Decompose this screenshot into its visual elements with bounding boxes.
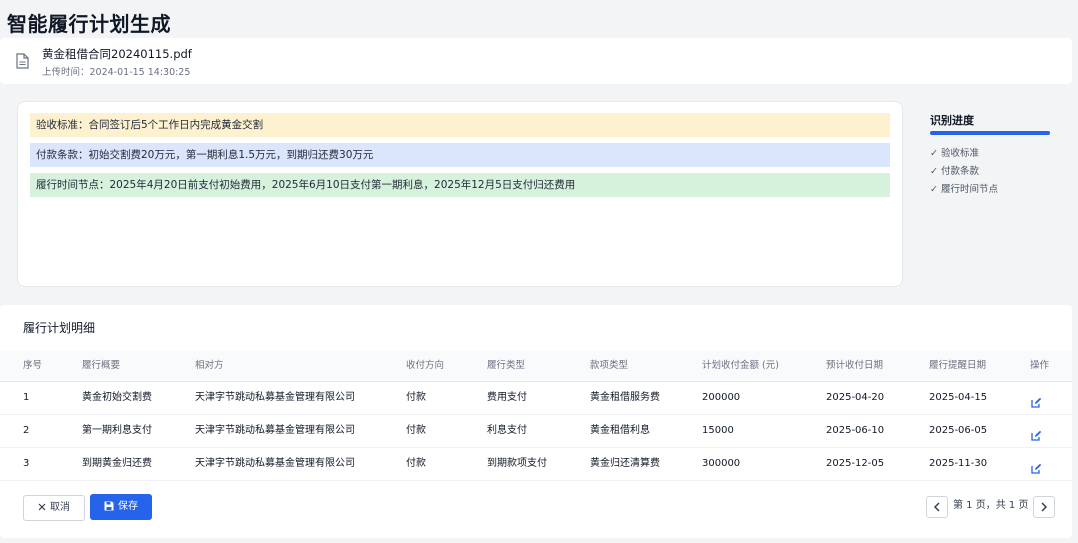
cell-direction: 付款	[406, 392, 426, 403]
upload-time: 上传时间：2024-01-15 14:30:25	[42, 67, 191, 78]
save-icon	[104, 501, 114, 511]
cell-amount: 200000	[702, 392, 741, 403]
cell-counterparty: 天津字节跳动私募基金管理有限公司	[195, 425, 355, 436]
cell-type: 到期款项支付	[487, 458, 547, 469]
cell-summary: 到期黄金归还费	[82, 458, 152, 469]
file-card: 黄金租借合同20240115.pdf 上传时间：2024-01-15 14:30…	[0, 38, 1072, 84]
cell-counterparty: 天津字节跳动私募基金管理有限公司	[195, 458, 355, 469]
progress-title: 识别进度	[930, 114, 974, 127]
recognition-progress-panel: 识别进度 ✓ 验收标准 ✓ 付款条款 ✓ 履行时间节点	[919, 101, 1061, 285]
clause-timeline: 履行时间节点：2025年4月20日前支付初始费用，2025年6月10日支付第一期…	[30, 173, 890, 197]
cell-expected-date: 2025-06-10	[826, 425, 885, 436]
progress-fill	[930, 131, 1050, 135]
col-counterparty: 相对方	[195, 360, 224, 371]
cell-index: 1	[23, 392, 30, 403]
col-type: 履行类型	[487, 360, 526, 371]
cell-amount: 15000	[702, 425, 734, 436]
cell-expected-date: 2025-12-05	[826, 458, 885, 469]
cell-reminder-date: 2025-11-30	[929, 458, 988, 469]
cell-type: 利息支付	[487, 425, 527, 436]
clause-acceptance: 验收标准：合同签订后5个工作日内完成黄金交割	[30, 113, 890, 137]
cancel-label: 取消	[50, 502, 70, 513]
cell-expected-date: 2025-04-20	[826, 392, 885, 403]
edit-icon[interactable]	[1031, 393, 1042, 412]
table-header: 序号 履行概要 相对方 收付方向 履行类型 款项类型 计划收付金额 (元) 预计…	[0, 351, 1072, 382]
cell-reminder-date: 2025-06-05	[929, 425, 988, 436]
col-summary: 履行概要	[82, 360, 121, 371]
cell-direction: 付款	[406, 425, 426, 436]
col-direction: 收付方向	[406, 360, 445, 371]
cell-index: 2	[23, 425, 30, 436]
cell-payment-type: 黄金归还清算费	[590, 458, 660, 469]
page-title: 智能履行计划生成	[7, 12, 171, 36]
col-action: 操作	[1030, 360, 1050, 371]
cell-amount: 300000	[702, 458, 741, 469]
clauses-panel: 验收标准：合同签订后5个工作日内完成黄金交割 付款条款：初始交割费20万元，第一…	[17, 101, 903, 287]
table-row: 3 到期黄金归还费 天津字节跳动私募基金管理有限公司 付款 到期款项支付 黄金归…	[0, 448, 1072, 481]
cell-reminder-date: 2025-04-15	[929, 392, 988, 403]
cancel-button[interactable]: 取消	[23, 495, 85, 521]
save-button[interactable]: 保存	[90, 494, 152, 520]
section-title: 履行计划明细	[23, 321, 96, 335]
cell-index: 3	[23, 458, 30, 469]
edit-icon[interactable]	[1031, 459, 1042, 478]
file-name[interactable]: 黄金租借合同20240115.pdf	[42, 46, 192, 62]
chevron-right-icon	[1041, 502, 1048, 512]
col-amount: 计划收付金额 (元)	[702, 360, 779, 371]
close-icon	[38, 503, 46, 511]
edit-icon[interactable]	[1031, 426, 1042, 445]
col-expected-date: 预计收付日期	[826, 360, 884, 371]
cell-payment-type: 黄金租借利息	[590, 425, 650, 436]
col-index: 序号	[23, 360, 43, 371]
cell-summary: 黄金初始交割费	[82, 392, 152, 403]
pagination-next-button[interactable]	[1033, 496, 1055, 518]
col-payment-type: 款项类型	[590, 360, 629, 371]
cell-direction: 付款	[406, 458, 426, 469]
pagination-info: 第 1 页，共 1 页	[953, 500, 1029, 511]
progress-item-acceptance: ✓ 验收标准	[930, 148, 979, 159]
document-icon	[16, 53, 29, 73]
progress-item-payment: ✓ 付款条款	[930, 166, 979, 177]
cell-type: 费用支付	[487, 392, 527, 403]
pagination-prev-button[interactable]	[926, 496, 948, 518]
plan-table-card: 履行计划明细 序号 履行概要 相对方 收付方向 履行类型 款项类型 计划收付金额…	[0, 305, 1072, 538]
table-row: 2 第一期利息支付 天津字节跳动私募基金管理有限公司 付款 利息支付 黄金租借利…	[0, 415, 1072, 448]
save-label: 保存	[118, 501, 138, 512]
cell-payment-type: 黄金租借服务费	[590, 392, 660, 403]
cell-summary: 第一期利息支付	[82, 425, 152, 436]
progress-bar	[930, 131, 1050, 135]
progress-item-timeline: ✓ 履行时间节点	[930, 184, 998, 195]
chevron-left-icon	[933, 502, 940, 512]
cell-counterparty: 天津字节跳动私募基金管理有限公司	[195, 392, 355, 403]
table-row: 1 黄金初始交割费 天津字节跳动私募基金管理有限公司 付款 费用支付 黄金租借服…	[0, 382, 1072, 415]
col-reminder-date: 履行提醒日期	[929, 360, 987, 371]
clause-payment: 付款条款：初始交割费20万元，第一期利息1.5万元，到期归还费30万元	[30, 143, 890, 167]
